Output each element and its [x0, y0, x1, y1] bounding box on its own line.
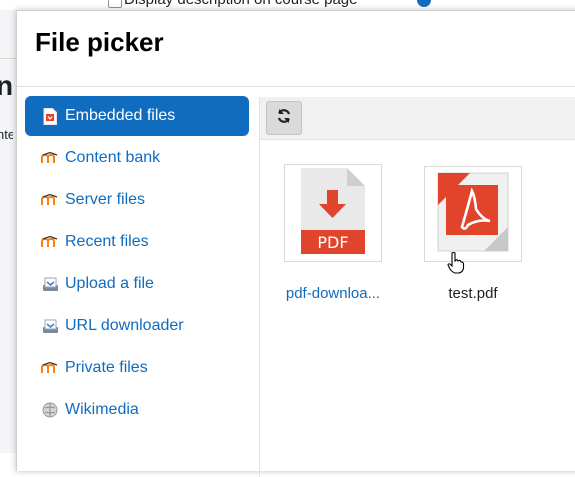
refresh-button[interactable]	[266, 101, 302, 135]
sidebar-item-label: Content bank	[65, 149, 161, 166]
file-toolbar	[260, 97, 575, 140]
file-name: test.pdf	[448, 285, 498, 302]
wikimedia-icon	[41, 401, 59, 419]
sidebar-item-private-files[interactable]: Private files	[25, 348, 249, 388]
file-thumbnail	[424, 166, 522, 262]
adobe-pdf-icon	[432, 169, 514, 260]
sidebar-item-embedded-files[interactable]: Embedded files	[25, 96, 249, 136]
background-divider	[0, 58, 16, 59]
upload-icon	[41, 275, 59, 293]
moodle-icon	[41, 191, 59, 209]
file-item-test-pdf[interactable]: test.pdf	[413, 166, 533, 302]
sidebar-item-label: Recent files	[65, 233, 149, 250]
file-name: pdf-downloa...	[285, 285, 381, 302]
sidebar-item-label: Server files	[65, 191, 146, 208]
sidebar-item-server-files[interactable]: Server files	[25, 180, 249, 220]
sidebar-item-upload-a-file[interactable]: Upload a file	[25, 264, 249, 304]
file-picker-modal: File picker Embedded files Content bank …	[16, 10, 575, 477]
pdf-download-icon: PDF	[299, 166, 367, 261]
pdf-file-icon	[41, 107, 59, 125]
sidebar-item-url-downloader[interactable]: URL downloader	[25, 306, 249, 346]
sidebar-item-label: URL downloader	[65, 317, 184, 334]
background-top-strip: Display description on course page	[0, 0, 575, 10]
svg-text:PDF: PDF	[317, 233, 348, 252]
sidebar-item-label: Private files	[65, 359, 148, 376]
sidebar-item-label: Wikimedia	[65, 401, 139, 418]
sidebar-item-recent-files[interactable]: Recent files	[25, 222, 249, 262]
file-item-pdf-download[interactable]: PDF pdf-downloa...	[273, 164, 393, 302]
sidebar-item-wikimedia[interactable]: Wikimedia	[25, 390, 249, 430]
background-top-text: Display description on course page	[124, 0, 357, 8]
moodle-icon	[41, 149, 59, 167]
help-icon	[417, 0, 431, 7]
sidebar-item-content-bank[interactable]: Content bank	[25, 138, 249, 178]
url-download-icon	[41, 317, 59, 335]
background-checkbox	[108, 0, 122, 8]
modal-title: File picker	[35, 27, 164, 57]
refresh-icon	[276, 108, 292, 129]
sidebar-item-label: Embedded files	[65, 107, 176, 124]
background-left-panel: nt nte	[0, 10, 16, 453]
modal-header: File picker	[17, 11, 575, 87]
file-thumbnail: PDF	[284, 164, 382, 262]
file-browser-pane: PDF pdf-downloa... test.pdf	[259, 97, 575, 477]
background-heading: nt	[0, 70, 12, 101]
repository-sidebar: Embedded files Content bank Server files	[17, 87, 259, 467]
moodle-icon	[41, 359, 59, 377]
background-subtext: nte	[0, 127, 13, 142]
sidebar-item-label: Upload a file	[65, 275, 154, 292]
moodle-icon	[41, 233, 59, 251]
mouse-pointer-icon	[447, 251, 465, 279]
